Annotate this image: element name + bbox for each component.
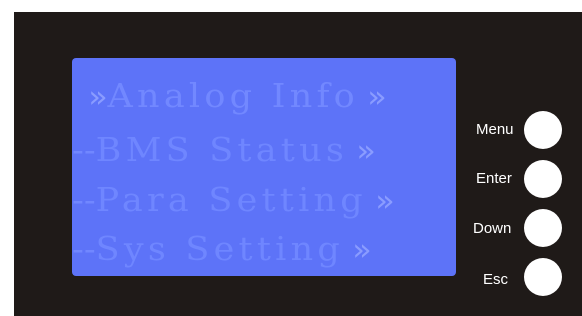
esc-button[interactable] [524,258,562,296]
lcd-menu-item-bms-status[interactable]: --BMS Status» [72,126,456,174]
lcd-item-prefix: -- [72,229,96,268]
lcd-menu-item-sys-setting[interactable]: --Sys Setting» [72,225,456,273]
esc-button-label: Esc [483,271,509,288]
enter-button[interactable] [524,160,562,198]
device-panel: » Analog Info» --BMS Status» --Para Setti… [14,12,582,316]
down-button-label: Down [473,220,512,237]
lcd-menu-item-analog-info[interactable]: » Analog Info» [80,72,456,120]
down-button[interactable] [524,209,562,247]
lcd-menu-item-para-setting[interactable]: --Para Setting» [72,176,456,224]
menu-button[interactable] [524,111,562,149]
chevron-right-icon: » [356,134,375,169]
lcd-menu-label: Sys Setting [95,229,344,268]
chevron-right-icon: » [352,233,371,268]
chevron-right-icon: » [375,184,394,219]
lcd-item-prefix: -- [72,130,96,169]
selected-chevron-icon: » [88,80,107,115]
lcd-menu-label: Analog Info [107,76,359,115]
lcd-menu-label: Para Setting [95,180,367,219]
lcd-screen: » Analog Info» --BMS Status» --Para Setti… [72,58,456,276]
chevron-right-icon: » [367,80,386,115]
menu-button-label: Menu [476,121,514,138]
lcd-item-prefix: -- [72,180,96,219]
enter-button-label: Enter [476,170,512,187]
lcd-menu-label: BMS Status [95,130,349,169]
